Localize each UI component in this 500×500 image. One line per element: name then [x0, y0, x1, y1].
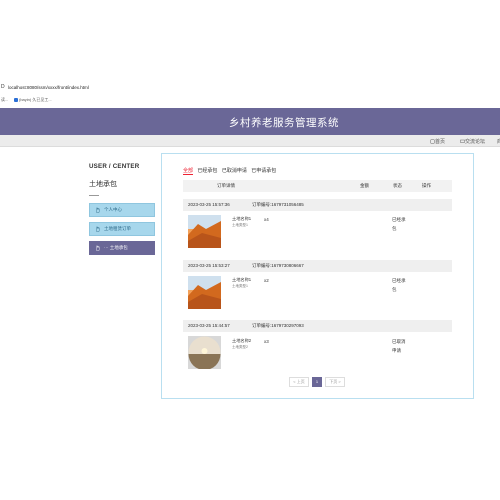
order-header: 2023-03-25 15:57:36 订单编号:1679731056485 [183, 199, 452, 211]
fisheye-field-image[interactable] [188, 336, 221, 369]
bookmark-item[interactable]: 读... [1, 97, 8, 103]
order-number: 订单编号:1679731056485 [252, 202, 304, 207]
sidebar-title: USER / CENTER [89, 163, 140, 170]
header-details: 订单详情 [217, 183, 235, 188]
top-nav: 首页 交流论坛 商 [0, 135, 500, 147]
order-date: 2023-03-25 15:53:27 [188, 263, 230, 268]
bookmark-icon [14, 97, 18, 102]
sidebar-item-personal-center[interactable]: 个人中心 [89, 203, 155, 217]
hand-icon [96, 226, 100, 232]
product-qty: x3 [264, 339, 269, 344]
product-type: 土地类型1 [232, 223, 248, 227]
desert-landscape-image[interactable] [188, 215, 221, 248]
product-name[interactable]: 土地名称1 [232, 277, 251, 283]
nav-forum-link[interactable]: 交流论坛 [460, 138, 485, 145]
hand-icon [96, 245, 100, 251]
next-page-button[interactable]: 下页 > [325, 377, 345, 387]
sidebar-item-land-lease-orders[interactable]: 土地租赁订单 [89, 222, 155, 236]
page-number[interactable]: 1 [312, 377, 322, 387]
order-status: 已取消申请 [392, 339, 406, 353]
product-type: 土地类型2 [232, 345, 248, 349]
order-status: 已经承包 [392, 278, 406, 292]
tab-applied[interactable]: 已申请承包 [251, 168, 276, 174]
product-qty: x2 [264, 278, 269, 283]
desert-landscape-image[interactable] [188, 276, 221, 309]
header-amount: 金额 [360, 183, 369, 188]
prev-page-button[interactable]: < 上页 [289, 377, 309, 387]
product-name[interactable]: 土地名称2 [232, 338, 251, 344]
bookmark-item[interactable]: (bayin) 久已见工... [14, 97, 52, 103]
table-header: 订单详情 金额 状态 操作 [183, 180, 452, 192]
header-status: 状态 [393, 183, 402, 188]
sidebar-subtitle: 土地承包 [89, 181, 117, 188]
site-header: 乡村养老服务管理系统 [0, 108, 500, 135]
bookmarks-bar: 读... (bayin) 久已见工... [0, 96, 500, 105]
address-bar[interactable]: D localhost:8080/ssm/xxxx/front/index.ht… [0, 84, 500, 94]
tab-contracted[interactable]: 已经承包 [197, 168, 217, 174]
divider [89, 195, 99, 196]
order-header: 2023-03-25 15:44:57 订单编号:1679730297093 [183, 320, 452, 332]
order-number: 订单编号:1679730806667 [252, 263, 304, 268]
order-header: 2023-03-25 15:53:27 订单编号:1679730806667 [183, 260, 452, 272]
order-status: 已经承包 [392, 217, 406, 231]
url-text[interactable]: localhost:8080/ssm/xxxx/front/index.html [8, 85, 89, 90]
tab-cancelled[interactable]: 已取消申请 [222, 168, 247, 174]
product-name[interactable]: 土地名称1 [232, 216, 251, 222]
tab-all[interactable]: 全部 [183, 168, 194, 175]
status-tabs: 全部 已经承包 已取消申请 已申请承包 [183, 167, 279, 175]
order-number: 订单编号:1679730297093 [252, 323, 304, 328]
hand-icon [96, 207, 100, 213]
browser-nav-icon[interactable]: D [1, 84, 5, 90]
product-type: 土地类型1 [232, 284, 248, 288]
order-date: 2023-03-25 15:57:36 [188, 202, 230, 207]
product-qty: x4 [264, 217, 269, 222]
sidebar-item-land-contract[interactable]: ··· 土地承包 [89, 241, 155, 255]
nav-home-link[interactable]: 首页 [430, 138, 445, 145]
header-action: 操作 [422, 183, 431, 188]
site-title: 乡村养老服务管理系统 [229, 117, 339, 129]
user-sidebar: USER / CENTER 土地承包 [89, 163, 159, 196]
order-date: 2023-03-25 15:44:57 [188, 323, 230, 328]
